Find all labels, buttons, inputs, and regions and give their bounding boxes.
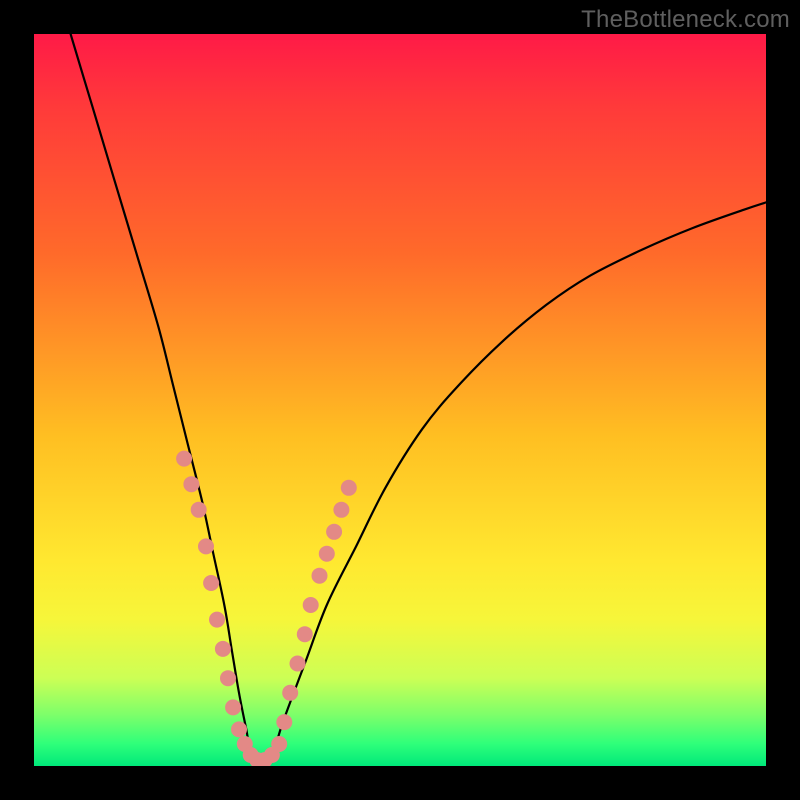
data-dot <box>333 502 349 518</box>
data-dot <box>276 714 292 730</box>
bottleneck-curve <box>71 34 766 766</box>
data-dot <box>215 641 231 657</box>
data-dots <box>176 451 357 766</box>
data-dot <box>209 612 225 628</box>
watermark-text: TheBottleneck.com <box>581 6 790 34</box>
data-dot <box>312 568 328 584</box>
data-dot <box>191 502 207 518</box>
data-dot <box>220 670 236 686</box>
data-dot <box>225 699 241 715</box>
data-dot <box>326 524 342 540</box>
data-dot <box>203 575 219 591</box>
data-dot <box>303 597 319 613</box>
data-dot <box>231 721 247 737</box>
data-dot <box>290 656 306 672</box>
data-dot <box>176 451 192 467</box>
bottleneck-curve-svg <box>34 34 766 766</box>
chart-frame: TheBottleneck.com <box>0 0 800 800</box>
data-dot <box>297 626 313 642</box>
data-dot <box>183 476 199 492</box>
plot-area <box>34 34 766 766</box>
data-dot <box>319 546 335 562</box>
data-dot <box>341 480 357 496</box>
data-dot <box>271 736 287 752</box>
data-dot <box>282 685 298 701</box>
data-dot <box>198 538 214 554</box>
